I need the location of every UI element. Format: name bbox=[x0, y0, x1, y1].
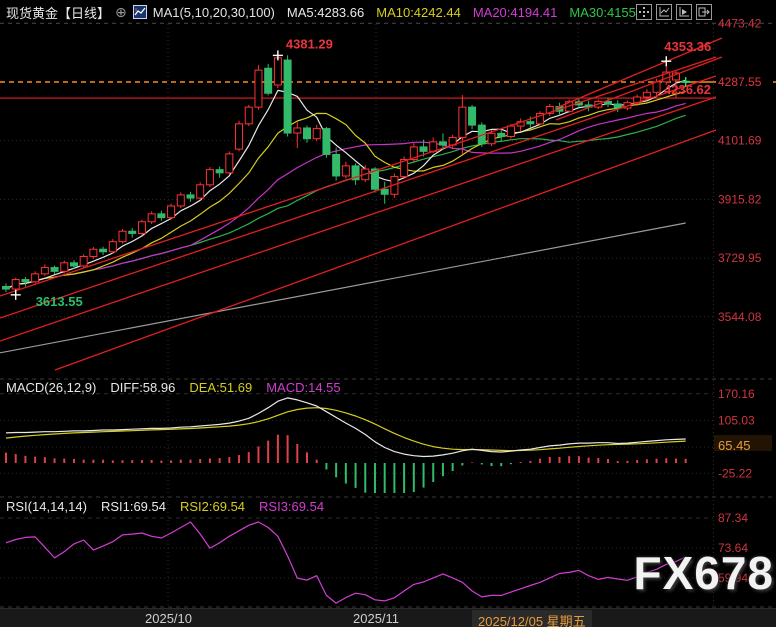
chart-header: 现货黄金【日线】 ⊕ MA1(5,10,20,30,100) MA5:4283.… bbox=[0, 0, 776, 24]
chart-play-icon[interactable] bbox=[676, 4, 692, 20]
instrument-title: 现货黄金【日线】 bbox=[6, 3, 110, 22]
watermark-logo: FX678 bbox=[633, 546, 774, 600]
chart-app: 4473.424101.693915.823729.953544.08170.1… bbox=[0, 0, 776, 627]
expand-icon[interactable]: ⊕ bbox=[115, 4, 127, 21]
trend-lines-layer bbox=[0, 38, 722, 370]
rsi-params[interactable]: RSI(14,14,14) bbox=[6, 499, 87, 514]
candles-layer bbox=[3, 52, 690, 294]
grid-layer: 4473.424101.693915.823729.953544.08170.1… bbox=[0, 16, 776, 607]
markers-layer: 3613.55 4381.29 4353.36 4236.62 4287.55 bbox=[11, 36, 773, 308]
svg-text:3613.55: 3613.55 bbox=[36, 294, 83, 309]
svg-text:4236.62: 4236.62 bbox=[664, 82, 711, 97]
svg-text:65.45: 65.45 bbox=[718, 438, 751, 453]
ma-settings-label[interactable]: MA1(5,10,20,30,100) bbox=[153, 5, 275, 20]
rsi2-value: RSI2:69.54 bbox=[180, 499, 245, 514]
chart-axis-icon[interactable] bbox=[656, 4, 672, 20]
macd-params[interactable]: MACD(26,12,9) bbox=[6, 380, 96, 395]
ma20-value: MA20:4194.41 bbox=[473, 5, 558, 20]
rsi-legend: RSI(14,14,14) RSI1:69.54 RSI2:69.54 RSI3… bbox=[6, 499, 324, 514]
svg-text:4381.29: 4381.29 bbox=[286, 36, 333, 51]
ma30-value: MA30:4155 bbox=[569, 5, 636, 20]
macd-macd-value: MACD:14.55 bbox=[266, 380, 340, 395]
macd-dea-value: DEA:51.69 bbox=[189, 380, 252, 395]
svg-text:3544.08: 3544.08 bbox=[718, 310, 762, 324]
macd-diff-value: DIFF:58.96 bbox=[110, 380, 175, 395]
chart-canvas[interactable]: 4473.424101.693915.823729.953544.08170.1… bbox=[0, 0, 776, 627]
macd-legend: MACD(26,12,9) DIFF:58.96 DEA:51.69 MACD:… bbox=[6, 380, 341, 395]
ma5-value: MA5:4283.66 bbox=[287, 5, 364, 20]
month-label-nov: 2025/11 bbox=[353, 611, 399, 626]
svg-text:87.34: 87.34 bbox=[718, 511, 748, 525]
svg-text:105.03: 105.03 bbox=[718, 413, 755, 427]
rsi-layer bbox=[6, 522, 686, 603]
svg-text:4101.69: 4101.69 bbox=[718, 134, 762, 148]
svg-text:3915.82: 3915.82 bbox=[718, 192, 762, 206]
macd-layer bbox=[6, 398, 686, 493]
rsi1-value: RSI1:69.54 bbox=[101, 499, 166, 514]
ma10-value: MA10:4242.44 bbox=[376, 5, 461, 20]
kline-style-icon[interactable] bbox=[133, 5, 147, 19]
month-label-oct: 2025/10 bbox=[145, 611, 192, 626]
time-axis-bar[interactable]: 2025/10 2025/11 2025/12/05 星期五 bbox=[0, 608, 776, 627]
svg-text:-25.22: -25.22 bbox=[718, 466, 752, 480]
svg-text:170.16: 170.16 bbox=[718, 387, 755, 401]
svg-text:4353.36: 4353.36 bbox=[664, 39, 711, 54]
rsi3-value: RSI3:69.54 bbox=[259, 499, 324, 514]
current-date-label: 2025/12/05 星期五 bbox=[472, 610, 592, 627]
crosshair-move-icon[interactable] bbox=[636, 4, 652, 20]
chart-toolbar bbox=[636, 4, 712, 20]
window-arrow-icon[interactable] bbox=[696, 4, 712, 20]
svg-text:4287.55: 4287.55 bbox=[718, 75, 762, 89]
svg-text:3729.95: 3729.95 bbox=[718, 251, 762, 265]
